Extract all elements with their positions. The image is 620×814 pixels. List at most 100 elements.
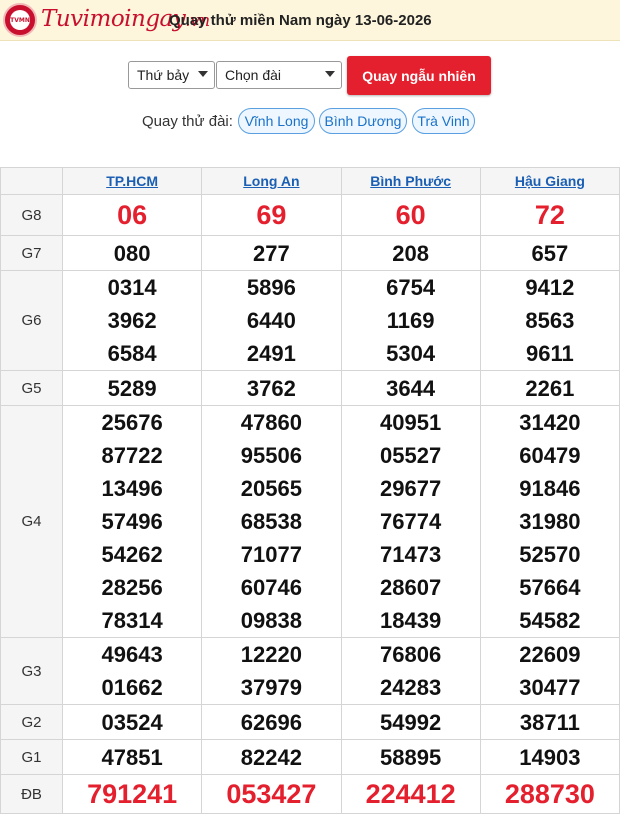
prize-cell: 12220 37979 (201, 637, 342, 705)
prize-number: 3962 (107, 308, 157, 333)
prize-cell: 58895 (340, 739, 481, 775)
prize-label: G2 (0, 704, 63, 740)
results-table: TP.HCM Long An Bình Phước Hậu Giang G8 06… (0, 167, 620, 814)
prize-number: 0314 (107, 275, 157, 300)
prize-number: 29677 (380, 476, 442, 501)
prize-cell: 06 (61, 194, 203, 236)
prize-cell: 6754 1169 5304 (340, 270, 481, 371)
prize-cell: 76806 24283 (340, 637, 481, 705)
prize-number: 37979 (240, 675, 302, 700)
prize-cell: 60 (340, 194, 481, 236)
table-row: G5 5289 3762 3644 2261 (0, 370, 620, 406)
prize-cell: 40951 05527 29677 76774 71473 28607 18439 (340, 405, 481, 638)
station-select-value: Chọn đài (225, 67, 282, 83)
station-link-binh-duong[interactable]: Bình Dương (319, 108, 407, 134)
province-link[interactable]: Long An (201, 167, 342, 195)
prize-number: 208 (392, 240, 429, 266)
prize-number: 6440 (246, 308, 296, 333)
prize-number: 87722 (101, 443, 163, 468)
prize-number: 3644 (386, 375, 436, 401)
prize-number: 72 (534, 199, 565, 230)
prize-number: 54262 (101, 542, 163, 567)
station-link-vinh-long[interactable]: Vĩnh Long (238, 108, 315, 134)
logo-name: Tuvimoingay (41, 6, 186, 32)
prize-number: 288730 (504, 778, 595, 809)
prize-cell: 3644 (340, 370, 481, 406)
prize-cell: 49643 01662 (61, 637, 203, 705)
prize-cell: 22609 30477 (479, 637, 620, 705)
prize-label: G1 (0, 739, 63, 775)
prize-number: 54992 (380, 709, 442, 735)
table-row: G8 06 69 60 72 (0, 194, 620, 236)
prize-cell: 2261 (479, 370, 620, 406)
page-title: Quay thử miền Nam ngày 13-06-2026 (169, 12, 432, 29)
prize-cell: 25676 87722 13496 57496 54262 28256 78314 (61, 405, 203, 638)
prize-number: 71473 (380, 542, 442, 567)
random-spin-button[interactable]: Quay ngẫu nhiên (347, 56, 491, 95)
prize-number: 54582 (519, 608, 581, 633)
prize-number: 31420 (519, 410, 581, 435)
prize-number: 20565 (240, 476, 302, 501)
prize-number: 25676 (101, 410, 163, 435)
table-row: G4 25676 87722 13496 57496 54262 28256 78314 478… (0, 405, 620, 638)
logo-icon[interactable]: TVMN (3, 3, 37, 37)
prize-number: 60479 (519, 443, 581, 468)
province-link[interactable]: TP.HCM (61, 167, 203, 195)
prize-number: 03524 (101, 709, 163, 735)
prize-number: 5304 (386, 341, 436, 366)
prize-number: 06 (117, 199, 148, 230)
prize-number: 13496 (101, 476, 163, 501)
results-body: G8 06 69 60 72 G7 080 277 208 657 G6 0314 3962 6584 58… (0, 194, 620, 814)
prize-number: 5896 (246, 275, 296, 300)
prize-number: 76806 (380, 642, 442, 667)
chevron-down-icon (198, 71, 208, 77)
table-header-row: TP.HCM Long An Bình Phước Hậu Giang (0, 167, 620, 195)
table-row: G6 0314 3962 6584 5896 6440 2491 6754 1169 5304 94… (0, 270, 620, 371)
prize-number: 2261 (525, 375, 575, 401)
day-select[interactable]: Thứ bảy (128, 61, 215, 89)
station-select[interactable]: Chọn đài (216, 61, 342, 89)
prize-number: 6754 (386, 275, 436, 300)
quick-label: Quay thử đài: (142, 113, 233, 130)
prize-cell: 053427 (201, 774, 342, 814)
province-link[interactable]: Bình Phước (340, 167, 481, 195)
table-row: ĐB 791241 053427 224412 288730 (0, 774, 620, 814)
prize-number: 657 (531, 240, 569, 266)
station-link-tra-vinh[interactable]: Trà Vinh (412, 108, 475, 134)
prize-cell: 72 (479, 194, 620, 236)
prize-cell: 47851 (61, 739, 203, 775)
prize-label: G4 (0, 405, 63, 638)
prize-label: G8 (0, 194, 63, 236)
prize-number: 78314 (101, 608, 163, 633)
prize-number: 47851 (101, 744, 163, 770)
prize-number: 68538 (240, 509, 302, 534)
prize-number: 12220 (240, 642, 302, 667)
prize-cell: 791241 (61, 774, 203, 814)
prize-number: 791241 (87, 778, 178, 809)
prize-cell: 69 (201, 194, 342, 236)
prize-number: 1169 (386, 308, 435, 333)
prize-number: 91846 (519, 476, 581, 501)
prize-number: 9412 (525, 275, 575, 300)
prize-cell: 9412 8563 9611 (479, 270, 620, 371)
prize-label: G7 (0, 235, 63, 271)
prize-cell: 38711 (479, 704, 620, 740)
prize-number: 57664 (519, 575, 581, 600)
prize-number: 82242 (240, 744, 302, 770)
prize-number: 57496 (101, 509, 163, 534)
prize-cell: 47860 95506 20565 68538 71077 60746 09838 (201, 405, 342, 638)
controls-bar: Thứ bảy Chọn đài Quay ngẫu nhiên (0, 56, 620, 95)
prize-number: 31980 (519, 509, 581, 534)
day-select-value: Thứ bảy (137, 67, 190, 83)
prize-number: 28256 (101, 575, 163, 600)
province-link[interactable]: Hậu Giang (479, 167, 620, 195)
prize-number: 6584 (107, 341, 157, 366)
prize-number: 28607 (380, 575, 442, 600)
table-row: G1 47851 82242 58895 14903 (0, 739, 620, 775)
prize-number: 053427 (226, 778, 317, 809)
prize-number: 9611 (526, 341, 574, 366)
prize-number: 8563 (525, 308, 575, 333)
prize-number: 60746 (240, 575, 302, 600)
prize-cell: 62696 (201, 704, 342, 740)
prize-number: 09838 (240, 608, 302, 633)
